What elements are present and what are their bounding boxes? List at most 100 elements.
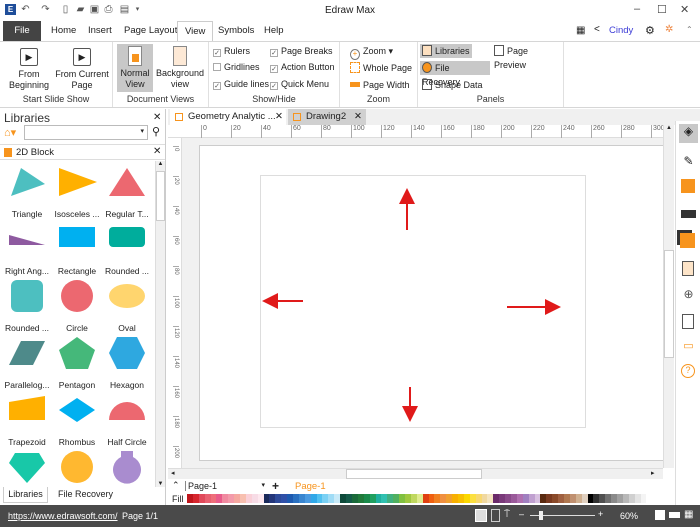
note-icon[interactable] — [682, 314, 694, 329]
close-libraries-icon[interactable]: ✕ — [153, 112, 161, 123]
shape-thumbnail-icon — [9, 235, 45, 245]
library-shape[interactable]: Isosceles ... — [52, 162, 102, 219]
zoom-in-button[interactable]: + — [598, 509, 603, 519]
library-shape[interactable]: Half Circle — [102, 390, 152, 447]
close-tab-icon[interactable]: ✕ — [354, 109, 362, 125]
library-shape[interactable] — [102, 447, 152, 487]
zoom-out-button[interactable]: – — [519, 509, 524, 519]
add-page-button[interactable]: + — [272, 479, 279, 493]
collapse-ribbon-icon[interactable]: ⌃ — [686, 25, 693, 34]
collapse-pages-icon[interactable]: ⌃ — [172, 480, 180, 491]
zoom-slider[interactable] — [530, 511, 595, 520]
title-bar: E ↶ ↷ ▯ ▰ ▣ ⎙ ▤ ▾ Edraw Max – ☐ ✕ — [0, 0, 700, 21]
zoom-button[interactable]: + Zoom ▾ — [348, 44, 395, 60]
scroll-thumb[interactable] — [664, 250, 674, 358]
library-shape[interactable]: Oval — [102, 276, 152, 333]
doc-tab-drawing2[interactable]: Drawing2 ✕ — [288, 109, 366, 125]
library-shape[interactable]: Pentagon — [52, 333, 102, 390]
tab-file[interactable]: File — [3, 21, 41, 41]
presentation-icon[interactable]: ⍑ — [504, 509, 510, 520]
library-shape[interactable]: Rounded ... — [102, 219, 152, 276]
minimize-button[interactable]: – — [634, 3, 640, 15]
fill-icon[interactable]: ◈ — [679, 124, 698, 143]
library-shape[interactable] — [2, 447, 52, 487]
library-shape[interactable] — [52, 447, 102, 487]
help-icon[interactable]: ? — [681, 364, 695, 378]
action-button-checkbox[interactable]: ✓ Action Button — [270, 61, 335, 74]
color-swatch[interactable] — [640, 494, 647, 503]
gridlines-checkbox[interactable]: Gridlines — [213, 61, 260, 74]
layer-icon[interactable] — [680, 233, 695, 248]
close-tab-icon[interactable]: ✕ — [275, 109, 283, 125]
libraries-icon — [422, 45, 432, 56]
library-shape[interactable]: Circle — [52, 276, 102, 333]
page-breaks-checkbox[interactable]: ✓ Page Breaks — [270, 45, 333, 58]
file-recovery-bottom-tab[interactable]: File Recovery — [58, 487, 113, 502]
library-shape[interactable]: Parallelog... — [2, 333, 52, 390]
tab-page-layout[interactable]: Page Layout — [117, 21, 184, 41]
libraries-bottom-tab[interactable]: Libraries — [3, 487, 48, 503]
whole-page-button[interactable]: Whole Page — [348, 61, 414, 75]
zoom-level[interactable]: 60% — [620, 511, 638, 521]
normal-view-button[interactable]: Normal View — [117, 44, 153, 92]
vertical-scrollbar[interactable]: ▲ — [663, 125, 674, 468]
search-icon[interactable]: ⚲ — [152, 125, 160, 138]
tab-symbols[interactable]: Symbols — [211, 21, 261, 41]
website-link[interactable]: https://www.edrawsoft.com/ — [8, 511, 118, 521]
apps-icon[interactable]: ✲ — [665, 24, 673, 35]
page-select[interactable]: Page-1 ▾ — [185, 481, 265, 491]
file-recovery-panel-button[interactable]: File Recovery — [420, 61, 490, 87]
from-current-page-button[interactable]: ▶ From Current Page — [54, 44, 110, 91]
normal-view-toggle-icon[interactable] — [475, 509, 487, 522]
libraries-panel-button[interactable]: Libraries — [420, 44, 472, 58]
rulers-checkbox[interactable]: ✓ Rulers — [213, 45, 250, 58]
tab-insert[interactable]: Insert — [81, 21, 119, 41]
hyperlink-globe-icon[interactable]: ⊕ — [679, 287, 698, 306]
library-shape[interactable]: Hexagon — [102, 333, 152, 390]
guide-lines-checkbox[interactable]: ✓ Guide lines — [213, 78, 269, 91]
library-shape[interactable]: Rectangle — [52, 219, 102, 276]
user-menu[interactable]: Cindy — [609, 25, 633, 36]
background-view-button[interactable]: Background view — [155, 44, 205, 90]
library-shape[interactable]: Rounded ... — [2, 276, 52, 333]
tab-home[interactable]: Home — [44, 21, 83, 41]
maximize-button[interactable]: ☐ — [657, 3, 667, 16]
comment-icon[interactable]: ▭ — [679, 339, 698, 358]
library-shape[interactable]: Triangle — [2, 162, 52, 219]
page-preview-panel-button[interactable]: Page Preview — [492, 44, 563, 70]
tab-help[interactable]: Help — [257, 21, 291, 41]
from-beginning-button[interactable]: ▶ From Beginning — [4, 44, 54, 91]
library-shape[interactable]: Regular T... — [102, 162, 152, 219]
image-icon[interactable] — [681, 207, 696, 218]
shadow-icon[interactable] — [681, 179, 695, 193]
settings-gear-icon[interactable]: ⚙ — [645, 24, 655, 37]
library-shape[interactable]: Trapezoid — [2, 390, 52, 447]
close-category-icon[interactable]: ✕ — [153, 146, 161, 157]
share-file-icon[interactable]: ▦ — [576, 25, 585, 36]
shape-data-panel-button[interactable]: Shape Data — [420, 78, 485, 92]
fit-width-icon[interactable] — [669, 512, 680, 518]
page-width-button[interactable]: Page Width — [348, 78, 412, 92]
libraries-title: Libraries — [4, 111, 51, 125]
shape-thumbnail-icon — [61, 280, 93, 312]
horizontal-scrollbar[interactable]: ◂ ▸ — [168, 468, 663, 479]
page-list-icon[interactable] — [682, 261, 694, 276]
page-view-toggle-icon[interactable] — [491, 509, 500, 522]
grid-icon[interactable]: ▦ — [684, 509, 693, 520]
home-icon[interactable]: ⌂▾ — [4, 126, 16, 139]
drawing-canvas[interactable] — [182, 138, 663, 468]
fit-page-icon[interactable] — [655, 510, 665, 520]
share-icon[interactable]: < — [594, 24, 600, 35]
library-shape[interactable]: Right Ang... — [2, 219, 52, 276]
close-button[interactable]: ✕ — [680, 3, 689, 16]
doc-tab-geometry[interactable]: Geometry Analytic ... ✕ — [170, 109, 286, 125]
library-search-input[interactable]: ▾ — [24, 125, 148, 140]
category-header[interactable]: 2D Block ✕ — [0, 144, 165, 160]
tab-view[interactable]: View — [177, 21, 214, 42]
library-scrollbar[interactable]: ▲ ▼ — [155, 161, 165, 487]
scroll-thumb[interactable] — [346, 469, 482, 479]
quick-menu-checkbox[interactable]: ✓ Quick Menu — [270, 78, 329, 91]
library-shape[interactable]: Rhombus — [52, 390, 102, 447]
line-style-icon[interactable]: ✎ — [679, 154, 698, 173]
page-tab[interactable]: Page-1 — [295, 481, 326, 492]
